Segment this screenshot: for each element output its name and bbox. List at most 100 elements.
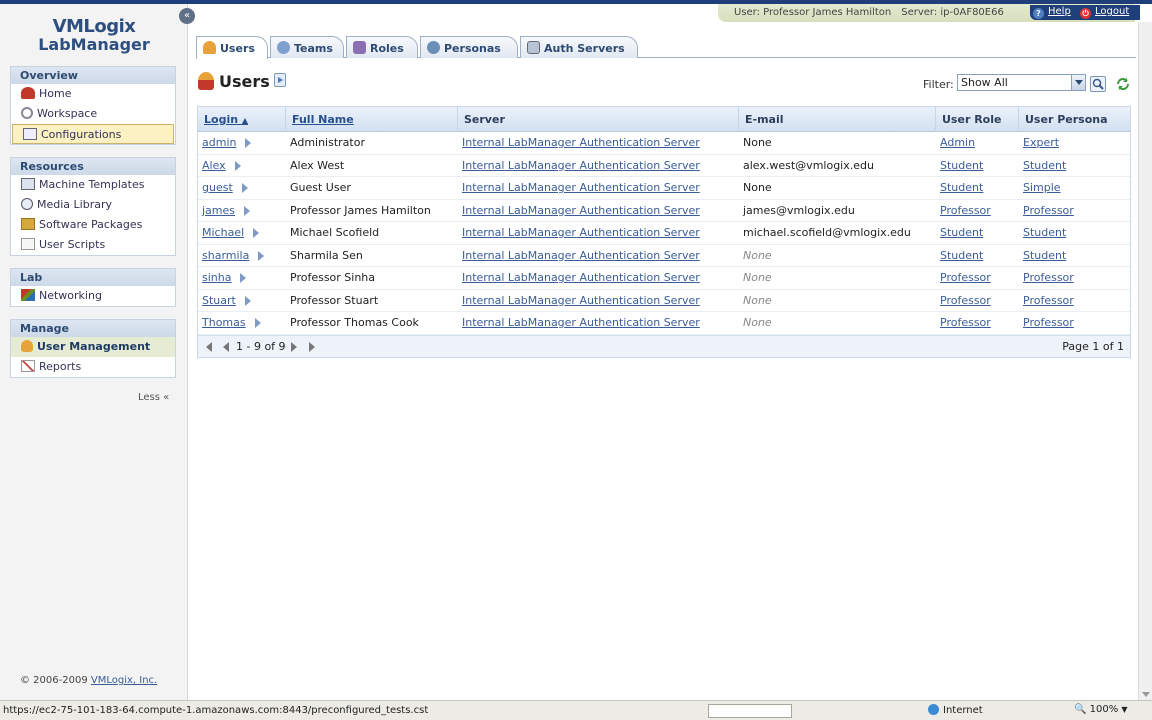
persona-link[interactable]: Professor [1023, 316, 1074, 329]
login-link[interactable]: Stuart [202, 294, 236, 307]
login-link[interactable]: guest [202, 181, 233, 194]
sidebar-item-workspace[interactable]: Workspace [11, 104, 175, 124]
table-row: Alex Alex West Internal LabManager Authent… [198, 155, 1130, 177]
persona-link[interactable]: Simple [1023, 181, 1061, 194]
sidebar-item-reports[interactable]: Reports [11, 357, 175, 377]
row-expand-icon[interactable] [258, 250, 265, 261]
status-bar: https://ec2-75-101-183-64.compute-1.amaz… [0, 700, 1152, 720]
role-link[interactable]: Student [940, 226, 983, 239]
search-button[interactable] [1090, 76, 1106, 92]
configurations-icon [23, 128, 37, 140]
sidebar-item-media-library[interactable]: Media Library [11, 195, 175, 215]
refresh-button[interactable] [1115, 76, 1131, 92]
server-link[interactable]: Internal LabManager Authentication Serve… [462, 271, 700, 284]
row-expand-icon[interactable] [234, 160, 241, 171]
column-full-name[interactable]: Full Name [286, 107, 458, 132]
server-link[interactable]: Internal LabManager Authentication Serve… [462, 316, 700, 329]
vertical-scrollbar[interactable] [1138, 22, 1152, 700]
chevron-down-icon: ▼ [1121, 705, 1128, 714]
row-expand-icon[interactable] [244, 295, 251, 306]
persona-link[interactable]: Professor [1023, 294, 1074, 307]
row-expand-icon[interactable] [245, 138, 252, 148]
personas-icon [427, 41, 440, 54]
row-expand-icon[interactable] [254, 318, 261, 328]
persona-link[interactable]: Student [1023, 249, 1066, 262]
role-link[interactable]: Student [940, 159, 983, 172]
role-link[interactable]: Professor [940, 316, 991, 329]
networking-icon [21, 289, 35, 301]
filter-select[interactable]: Show All [957, 74, 1086, 91]
role-link[interactable]: Student [940, 249, 983, 262]
full-name-cell: Professor Stuart [290, 293, 379, 307]
less-link[interactable]: Less « [138, 392, 169, 403]
role-link[interactable]: Student [940, 181, 983, 194]
persona-link[interactable]: Professor [1023, 204, 1074, 217]
row-expand-icon[interactable] [240, 273, 247, 283]
row-expand-icon[interactable] [244, 205, 251, 216]
sidebar-item-home[interactable]: Home [11, 84, 175, 104]
email-cell: michael.scofield@vmlogix.edu [739, 222, 936, 244]
login-cell: Thomas [198, 312, 286, 334]
sidebar-item-software-packages[interactable]: Software Packages [11, 215, 175, 235]
server-link[interactable]: Internal LabManager Authentication Serve… [462, 181, 700, 194]
persona-cell: Student [1019, 222, 1130, 244]
collapse-sidebar-button[interactable]: « [179, 8, 195, 24]
nav-group-manage: Manage User Management Reports [10, 319, 176, 378]
table-row: guest Guest User Internal LabManager Authe… [198, 177, 1130, 200]
sidebar-item-machine-templates[interactable]: Machine Templates [11, 175, 175, 195]
sidebar-item-user-scripts[interactable]: User Scripts [11, 235, 175, 255]
server-link[interactable]: Internal LabManager Authentication Serve… [462, 136, 700, 149]
persona-link[interactable]: Student [1023, 159, 1066, 172]
server-link[interactable]: Internal LabManager Authentication Serve… [462, 204, 700, 217]
tab-personas[interactable]: Personas [420, 36, 518, 58]
server-link[interactable]: Internal LabManager Authentication Serve… [462, 294, 700, 307]
sidebar-item-networking[interactable]: Networking [11, 286, 175, 306]
help-link[interactable]: ? Help [1033, 6, 1071, 19]
nav-group-title: Overview [11, 67, 175, 84]
security-zone: Internet [928, 704, 983, 716]
persona-link[interactable]: Student [1023, 226, 1066, 239]
app-logo: VMLogix LabManager [38, 16, 150, 54]
sidebar-item-configurations[interactable]: Configurations [12, 124, 174, 144]
login-link[interactable]: Thomas [202, 316, 246, 329]
login-link[interactable]: Alex [202, 159, 226, 172]
row-expand-icon[interactable] [253, 228, 260, 238]
login-cell: james [198, 200, 286, 222]
server-cell: Internal LabManager Authentication Serve… [458, 155, 739, 177]
role-link[interactable]: Admin [940, 136, 975, 149]
expand-title-button[interactable] [273, 73, 286, 87]
first-page-icon[interactable] [206, 341, 212, 352]
login-cell: guest [198, 177, 286, 199]
table-row: sinha Professor Sinha Internal LabManager … [198, 267, 1130, 290]
prev-page-icon[interactable] [223, 341, 229, 352]
login-link[interactable]: james [202, 204, 235, 217]
login-link[interactable]: sinha [202, 271, 231, 284]
role-link[interactable]: Professor [940, 294, 991, 307]
login-link[interactable]: admin [202, 136, 236, 149]
tab-auth-servers[interactable]: Auth Servers [520, 36, 638, 58]
tab-users[interactable]: Users [196, 36, 268, 59]
row-expand-icon[interactable] [241, 183, 248, 193]
persona-link[interactable]: Expert [1023, 136, 1059, 149]
last-page-icon[interactable] [309, 341, 315, 352]
tab-roles[interactable]: Roles [346, 36, 418, 58]
vmlogix-link[interactable]: VMLogix, Inc. [91, 675, 157, 686]
server-link[interactable]: Internal LabManager Authentication Serve… [462, 249, 700, 262]
next-page-icon[interactable] [291, 341, 297, 352]
scroll-down-icon[interactable] [1142, 692, 1150, 697]
email-cell: None [743, 316, 772, 329]
server-link[interactable]: Internal LabManager Authentication Serve… [462, 159, 700, 172]
role-link[interactable]: Professor [940, 271, 991, 284]
login-link[interactable]: Michael [202, 226, 244, 239]
role-link[interactable]: Professor [940, 204, 991, 217]
login-link[interactable]: sharmila [202, 249, 249, 262]
column-login[interactable]: Login ▲ [198, 107, 286, 132]
sidebar-item-user-management[interactable]: User Management [11, 337, 175, 357]
tab-teams[interactable]: Teams [270, 36, 344, 58]
zoom-control[interactable]: 🔍 100% ▼ [1074, 704, 1128, 715]
persona-link[interactable]: Professor [1023, 271, 1074, 284]
server-link[interactable]: Internal LabManager Authentication Serve… [462, 226, 700, 239]
email-cell: None [743, 271, 772, 284]
logout-link[interactable]: ⏻ Logout [1080, 6, 1129, 19]
reports-icon [21, 360, 35, 372]
